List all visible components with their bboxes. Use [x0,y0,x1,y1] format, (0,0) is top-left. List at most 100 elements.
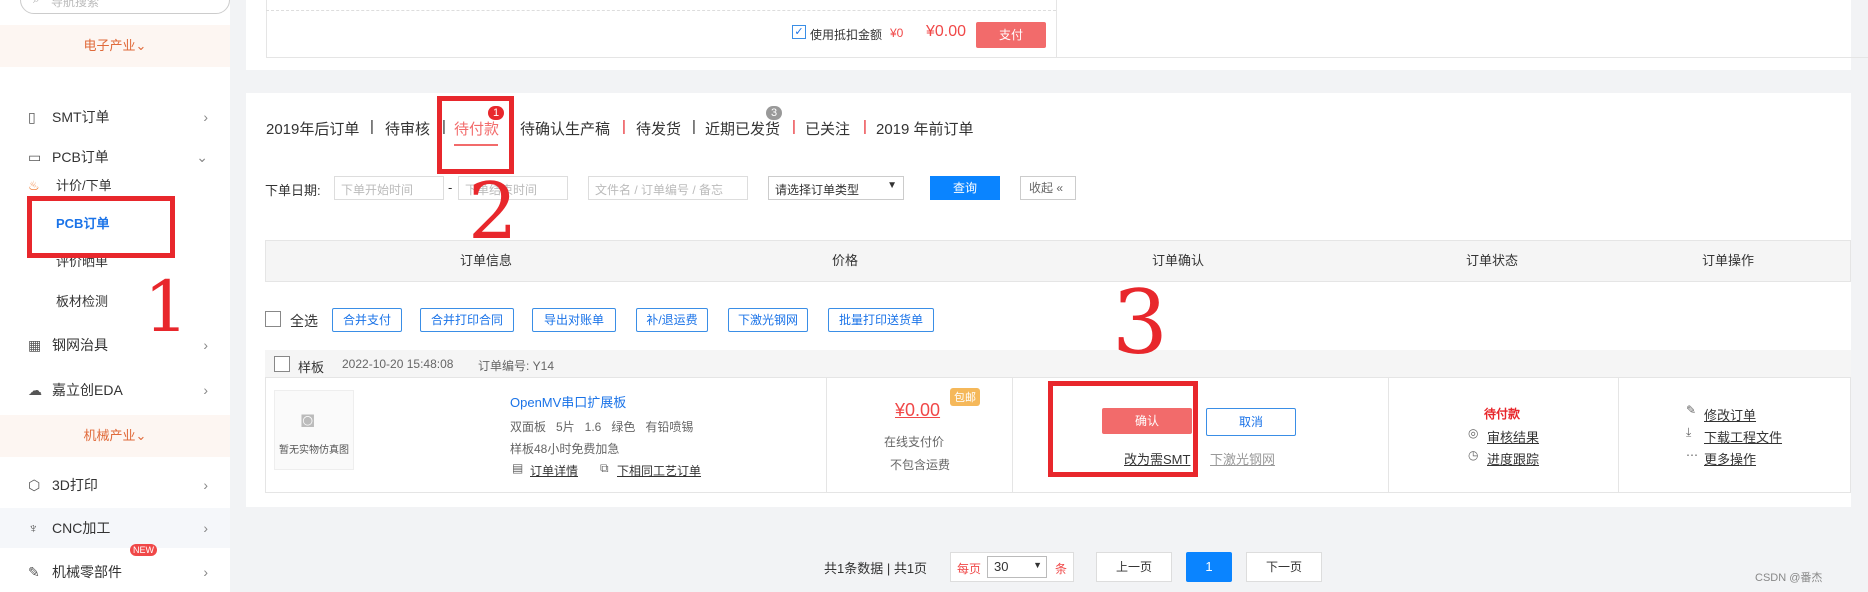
tab-before-2019[interactable]: 2019 年前订单 [876,118,974,139]
header-order-info: 订单信息 [460,253,513,268]
doc-icon: ▤ [512,461,524,475]
sidebar-item-mech-parts[interactable]: ✎ 机械零部件 NEW › [0,544,230,592]
tab-badge: 3 [766,106,783,120]
tab-separator: | [863,118,867,135]
divider [826,378,827,493]
order-checkbox[interactable] [274,356,290,372]
product-name-link[interactable]: OpenMV串口扩展板 [510,392,626,411]
cloud-icon: ☁ [28,382,42,398]
double-chevron-left-icon: « [1053,181,1064,195]
dashed-divider [266,10,1056,11]
next-page-button[interactable]: 下一页 [1246,552,1322,582]
edit-icon: ✎ [1686,403,1697,417]
chevron-right-icon: › [203,109,208,125]
clock-icon: ◷ [1468,448,1479,462]
merge-pay-button[interactable]: 合并支付 [332,308,402,332]
grid-icon: ▦ [28,337,42,353]
laser-mesh-link[interactable]: 下激光钢网 [1210,449,1275,468]
chevron-right-icon: › [203,520,208,536]
review-result-link[interactable]: 审核结果 [1487,427,1539,446]
price-note-shipping: 不包含运费 [890,458,951,472]
same-process-order-link[interactable]: 下相同工艺订单 [617,462,701,479]
sidebar-item-cnc[interactable]: ♆ CNC加工 › [0,508,230,548]
tab-after-2019[interactable]: 2019年后订单 [266,118,359,139]
download-project-file-link[interactable]: 下载工程文件 [1704,427,1782,446]
tab-separator: | [622,118,626,135]
laser-stencil-button[interactable]: 下激光钢网 [728,308,808,332]
wrench-icon: ✎ [28,564,40,580]
header-order-status: 订单状态 [1466,253,1519,268]
more-actions-link[interactable]: 更多操作 [1704,449,1756,468]
header-order-actions: 订单操作 [1702,253,1755,268]
sidebar-item-stencil[interactable]: ▦ 钢网治具 › [0,325,230,365]
sidebar-item-smt[interactable]: ▯ SMT订单 › [0,97,230,137]
no-image-placeholder: ◙ 暂无实物仿真图 [274,390,354,470]
cube-icon: ⬡ [28,477,41,493]
check-circle-icon: ◎ [1468,426,1479,440]
keyword-input[interactable]: 文件名 / 订单编号 / 备忘 [588,176,748,200]
modify-order-link[interactable]: 修改订单 [1704,405,1756,424]
batch-print-delivery-button[interactable]: 批量打印送货单 [828,308,934,332]
select-all-label: 全选 [290,313,318,329]
prev-page-button[interactable]: 上一页 [1096,552,1172,582]
pagination-summary: 共1条数据 | 共1页 [824,561,928,576]
collapse-button[interactable]: 收起 « [1020,176,1076,200]
drill-icon: ♆ [28,520,39,536]
pay-button[interactable]: 支付 [976,22,1046,48]
copy-icon: ⧉ [600,461,609,475]
tab-pending-production[interactable]: 待确认生产稿 [520,118,610,139]
total-amount: ¥0.00 [926,23,967,40]
merge-print-contract-button[interactable]: 合并打印合同 [420,308,514,332]
page-size-select[interactable]: 30 ▼ [987,556,1047,578]
tab-followed[interactable]: 已关注 [805,118,850,139]
sidebar-item-eda[interactable]: ☁ 嘉立创EDA › [0,370,230,410]
dropdown-arrow-icon: ▼ [887,180,897,191]
divider [1388,378,1389,493]
order-status: 待付款 [1484,407,1521,421]
export-statement-button[interactable]: 导出对账单 [532,308,616,332]
deduction-label: 使用抵扣金额 [810,28,883,42]
camera-icon: ◙ [301,407,315,432]
tab-pending-shipment[interactable]: 待发货 [636,118,681,139]
category-mechanical[interactable]: 机械产业⌄ [0,415,230,457]
annotation-box-3 [1048,381,1198,477]
select-all-checkbox[interactable] [265,311,281,327]
book-icon: ▯ [28,109,36,125]
per-page-label: 每页 [957,562,982,576]
watermark: CSDN @番杰 [1755,572,1823,584]
sidebar-item-3d[interactable]: ⬡ 3D打印 › [0,465,230,505]
no-image-text: 暂无实物仿真图 [279,445,349,456]
query-button[interactable]: 查询 [930,176,1000,200]
more-icon: ⋯ [1686,448,1698,462]
sidebar-sub-board-test[interactable]: 板材检测 [0,284,230,320]
start-date-input[interactable]: 下单开始时间 [334,176,444,200]
price-note-online: 在线支付价 [884,435,945,449]
deduction-checkbox[interactable]: ✓ [792,25,806,39]
order-type-select[interactable]: 请选择订单类型 ▼ [768,176,904,200]
annotation-box-1 [27,196,175,258]
tab-recently-shipped[interactable]: 近期已发货 [705,118,780,139]
order-number: 订单编号: Y14 [478,359,555,373]
deduction-amount: ¥0 [890,26,904,40]
nav-search-input[interactable]: ⌕导航搜索 [20,0,230,14]
order-datetime: 2022-10-20 15:48:08 [342,357,454,371]
order-price: ¥0.00 [895,400,941,420]
unit-label: 条 [1055,562,1068,576]
order-detail-link[interactable]: 订单详情 [530,462,578,479]
tab-pending-review[interactable]: 待审核 [385,118,430,139]
divider [1618,378,1619,493]
download-icon: ⤓ [1686,425,1692,439]
chevron-right-icon: › [203,564,208,580]
category-electronics[interactable]: 电子产业⌄ [0,25,230,67]
date-dash: - [448,180,453,195]
progress-tracking-link[interactable]: 进度跟踪 [1487,449,1539,468]
product-specs: 双面板 5片 1.6 绿色 有铅喷锡 [510,420,694,434]
tab-separator: | [792,118,796,135]
shipping-adjust-button[interactable]: 补/退运费 [636,308,708,332]
product-note: 样板48小时免费加急 [510,442,620,456]
payment-box [266,0,1868,58]
chevron-right-icon: › [203,477,208,493]
annotation-number-1: 1 [144,266,189,348]
cancel-button[interactable]: 取消 [1206,408,1296,436]
page-1-button[interactable]: 1 [1186,552,1232,582]
